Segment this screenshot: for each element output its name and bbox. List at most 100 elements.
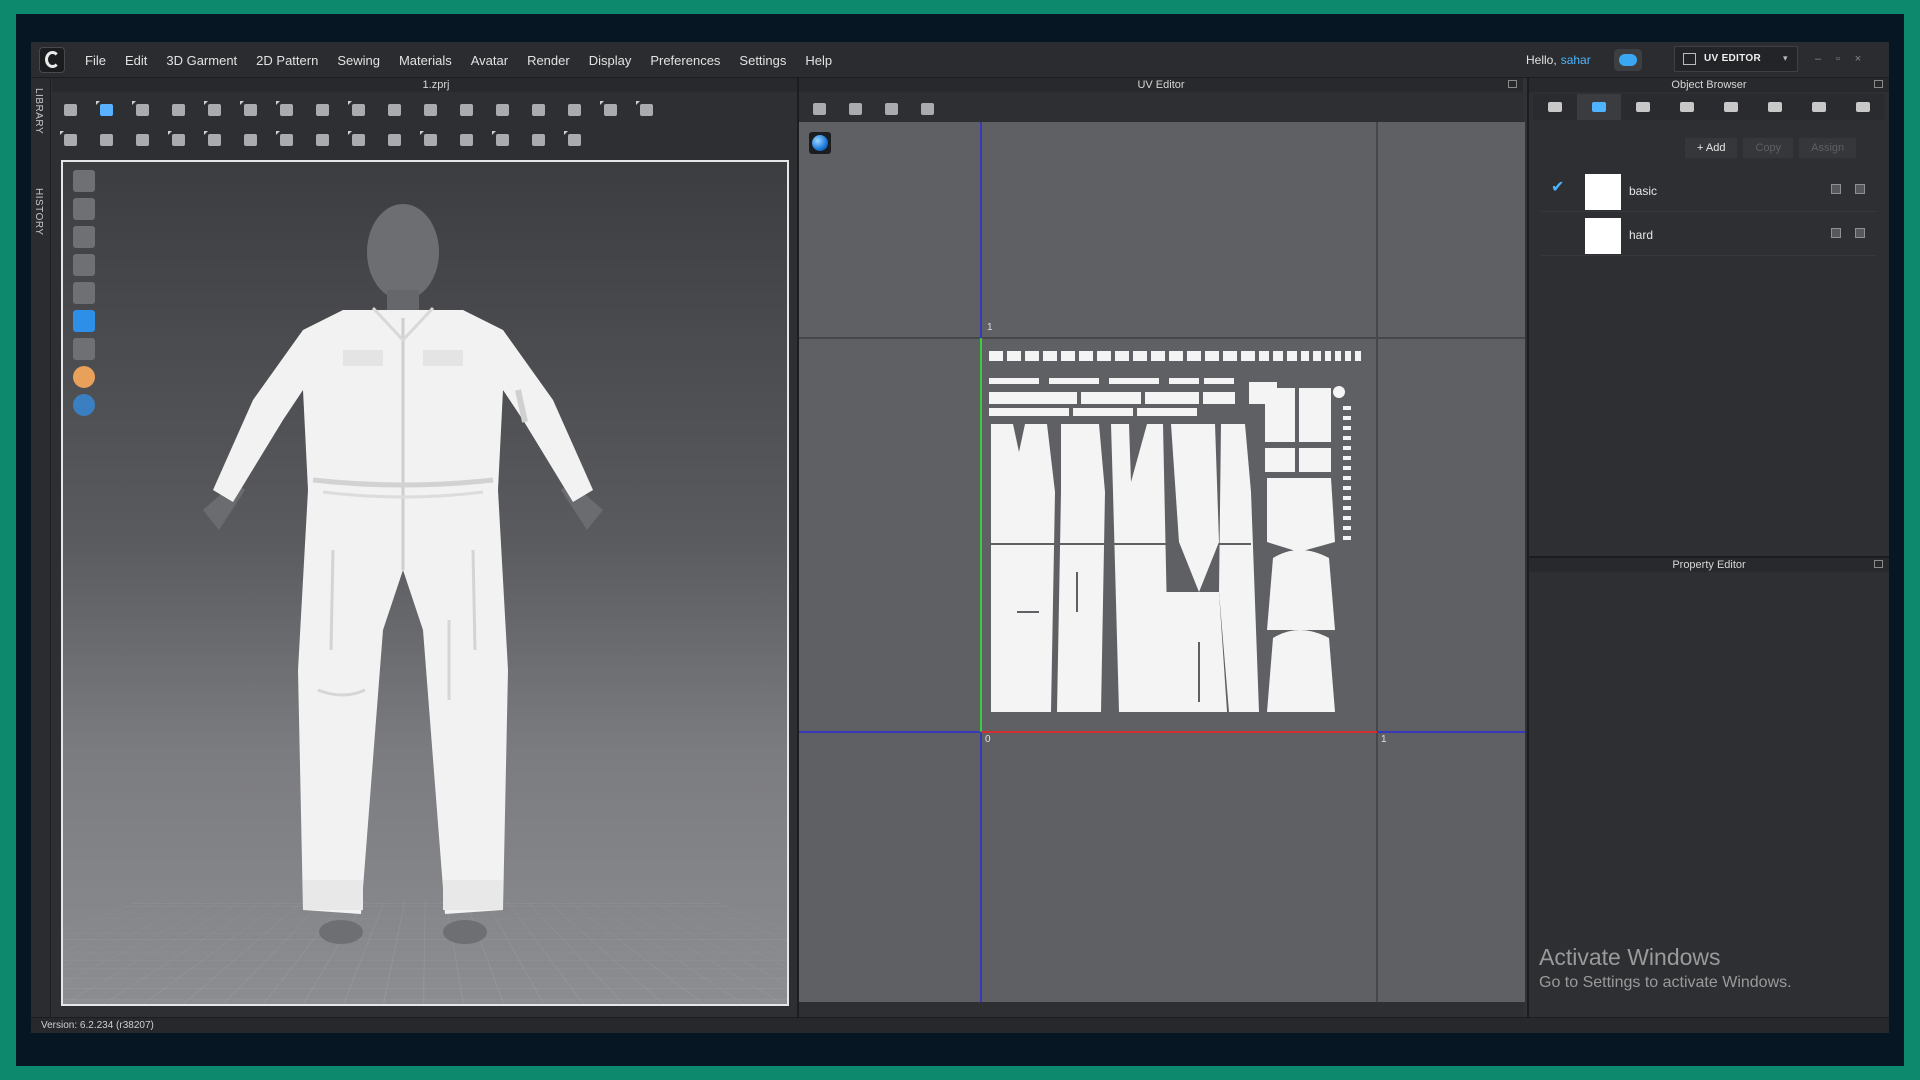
flip-icon[interactable] [456,101,478,119]
transform-icon[interactable] [96,101,118,119]
menu-help[interactable]: Help [805,53,832,68]
avatar-jumpsuit-model[interactable] [173,190,633,950]
uv-transform-icon[interactable] [881,100,903,118]
topstitch-icon[interactable] [168,131,190,149]
tab-button-icon[interactable] [1621,94,1665,120]
tab-zipper-icon[interactable] [1797,94,1841,120]
material-row-hard[interactable]: hard [1541,212,1877,256]
trim-icon[interactable] [348,131,370,149]
fit-icon[interactable] [492,101,514,119]
mode-selector[interactable]: UV EDITOR ▾ [1674,46,1798,72]
uv-unfold-icon[interactable] [845,100,867,118]
buttonhole-icon[interactable] [240,131,262,149]
menu-file[interactable]: File [85,53,106,68]
menu-sewing[interactable]: Sewing [337,53,380,68]
popout-icon[interactable] [1508,80,1517,88]
menu-render[interactable]: Render [527,53,570,68]
tack-icon[interactable] [312,101,334,119]
zipper-icon[interactable] [276,131,298,149]
button-icon[interactable] [204,131,226,149]
library-tab[interactable]: LIBRARY [33,88,44,134]
display-garment-icon[interactable] [73,170,95,192]
close-button[interactable]: × [1851,52,1865,66]
greeting-label: Hello, [1526,53,1557,67]
zipper-puller-icon[interactable] [312,131,334,149]
uv-arrange-icon[interactable] [917,100,939,118]
uv-snapshot-icon[interactable] [809,100,831,118]
tab-puckering-icon[interactable] [1753,94,1797,120]
select-mesh-icon[interactable] [60,101,82,119]
texture-mode-icon[interactable] [73,198,95,220]
popout-icon[interactable] [1874,80,1883,88]
avatar-skin-icon[interactable] [73,366,95,388]
texture-icon[interactable] [456,131,478,149]
avatar-pose-icon[interactable] [564,101,586,119]
fold-arrange-icon[interactable] [276,101,298,119]
avatar-visible-icon[interactable] [73,282,95,304]
shirt-icon[interactable] [636,101,658,119]
menu-preferences[interactable]: Preferences [650,53,720,68]
material-swatch[interactable] [1585,174,1621,210]
menu-2d-pattern[interactable]: 2D Pattern [256,53,318,68]
restore-button[interactable]: ▫ [1831,52,1845,66]
chevron-down-icon[interactable]: ▾ [1783,53,1788,64]
rotate-icon[interactable] [204,101,226,119]
pleat-icon[interactable] [528,131,550,149]
material-preview-icon[interactable] [1831,184,1841,194]
menu-display[interactable]: Display [589,53,632,68]
material-swatch[interactable] [1585,218,1621,254]
shirt-view-icon[interactable] [73,226,95,248]
material-delete-icon[interactable] [1855,228,1865,238]
3d-side-toolbar [73,170,99,422]
pin-icon[interactable] [348,101,370,119]
copy-button[interactable]: Copy [1743,138,1794,158]
menu-edit[interactable]: Edit [125,53,147,68]
sew-icon[interactable] [60,131,82,149]
material-row-basic[interactable]: ✔ basic [1541,168,1877,212]
user-greeting: Hello, sahar [1526,53,1591,67]
environment-icon[interactable] [73,394,95,416]
material-name[interactable]: hard [1629,228,1653,242]
material-name[interactable]: basic [1629,184,1657,198]
minimize-button[interactable]: – [1811,52,1825,66]
material-delete-icon[interactable] [1855,184,1865,194]
puckering-icon[interactable] [492,131,514,149]
graphic-icon[interactable] [420,131,442,149]
style-line-icon[interactable] [420,101,442,119]
checkmark-icon: ✔ [1551,179,1565,196]
add-button[interactable]: + Add [1685,138,1738,158]
segment-sew-icon[interactable] [96,131,118,149]
cloud-button[interactable] [1614,49,1642,71]
elastic-icon[interactable] [384,131,406,149]
3d-viewport[interactable] [61,160,789,1006]
tape-icon[interactable] [564,131,586,149]
edit-points-icon[interactable] [132,101,154,119]
fold-icon[interactable] [240,101,262,119]
menu-3d-garment[interactable]: 3D Garment [166,53,237,68]
measure-icon[interactable] [384,101,406,119]
tab-topstitch-icon[interactable] [1709,94,1753,120]
username[interactable]: sahar [1561,53,1591,67]
free-sew-icon[interactable] [132,131,154,149]
symmetry-icon[interactable] [528,101,550,119]
uv-canvas[interactable]: 1 0 1 [799,122,1525,1002]
material-preview-icon[interactable] [1831,228,1841,238]
tab-list-icon[interactable] [1533,94,1577,120]
menu-materials[interactable]: Materials [399,53,452,68]
menu-avatar[interactable]: Avatar [471,53,508,68]
status-bar: Version: 6.2.234 (r38207) [31,1017,1889,1033]
tab-tape-icon[interactable] [1841,94,1885,120]
avatar-measure-icon[interactable] [73,254,95,276]
garment-icon[interactable] [168,101,190,119]
stress-map-icon[interactable] [73,338,95,360]
uv-toolbar [809,100,953,118]
tab-fabric-icon[interactable] [1577,94,1621,120]
arrangement-icon[interactable] [600,101,622,119]
popout-icon[interactable] [1874,560,1883,568]
tab-buttonhole-icon[interactable] [1665,94,1709,120]
uv-display-icon[interactable] [73,310,95,332]
clo-logo-icon[interactable] [39,47,65,73]
history-tab[interactable]: HISTORY [33,188,44,236]
assign-button[interactable]: Assign [1799,138,1857,158]
menu-settings[interactable]: Settings [739,53,786,68]
